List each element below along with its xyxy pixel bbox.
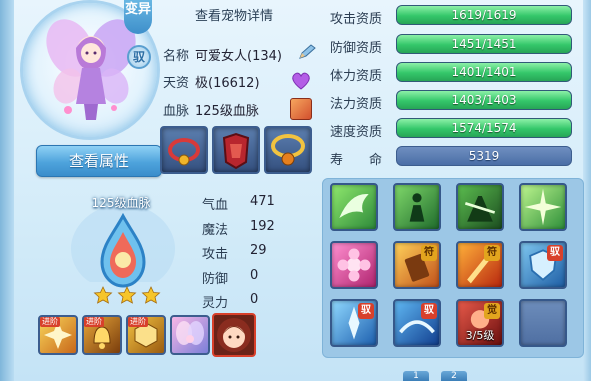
talisman-badge: 符 [484,245,500,261]
pet-aptitude-label: 天资 [163,76,190,91]
stat-value: 0 [250,292,259,307]
aptitude-value: 1574/1574 [451,121,517,135]
stat-row-defense: 防御 0 [202,268,258,287]
pet-aptitude-value: 极(16612) [195,76,260,91]
skill-bell[interactable]: 进阶 [82,315,122,355]
warrior-skill-icon [464,196,496,222]
variant-tag: 变异 [124,0,152,34]
pencil-icon[interactable] [297,43,317,61]
skill-hexagon[interactable]: 进阶 [126,315,166,355]
light-burst-skill-icon [524,188,562,226]
stat-label: 攻击 [202,247,229,262]
skill-fairy[interactable] [170,315,210,355]
aptitude-bar-speed: 1574/1574 [396,118,572,138]
stat-label: 气血 [202,198,229,213]
tame-badge: 驭 [358,303,374,319]
page-tab-1[interactable]: 1 [403,371,429,381]
stat-value: 0 [250,268,259,283]
stat-label: 灵力 [202,296,229,311]
stat-value: 29 [250,243,267,258]
advanced-badge: 进阶 [84,317,104,327]
wing-skill-icon [339,194,369,218]
stat-label: 魔法 [202,223,229,238]
equip-slot-armor-red[interactable] [212,126,260,174]
tame-badge: 驭 [127,45,151,69]
view-pet-detail-link[interactable]: 查看宠物详情 [195,5,297,25]
star-rating [93,286,161,304]
aptitude-panel: 攻击资质 1619/1619 防御资质 1451/1451 体力资质 1401/… [322,0,584,176]
lineage-title: 125级血脉 [91,196,151,210]
star-icon [93,286,161,304]
pet-name-label: 名称 [163,49,190,64]
aptitude-bar-mana: 1403/1403 [396,90,572,110]
skill-slot-2[interactable] [393,183,441,231]
skill-portrait[interactable] [212,313,256,357]
aptitude-value: 1401/1401 [451,65,517,79]
pet-lineage-value: 125级血脉 [195,104,259,119]
lifespan-label: 寿 命 [330,153,383,168]
stat-label: 防御 [202,272,229,287]
lifespan-bar: 5319 [396,146,572,166]
skill-slot-3[interactable] [456,183,504,231]
skill-slot-9[interactable]: 驭 [330,299,378,347]
lifespan-value: 5319 [468,149,500,163]
purple-heart-icon[interactable] [290,71,312,91]
stat-value: 471 [250,194,275,209]
stat-value: 192 [250,219,275,234]
tame-badge: 驭 [547,245,563,261]
page-tab-2[interactable]: 2 [441,371,467,381]
equip-slot-necklace-red[interactable] [160,126,208,174]
left-edge-strip [0,0,14,381]
aptitude-value: 1403/1403 [451,93,517,107]
skill-gold-burst[interactable]: 进阶 [38,315,78,355]
necklace-gold-icon [271,134,305,166]
stat-row-mp: 魔法 192 [202,219,275,238]
armor-red-icon [222,132,250,170]
stat-row-hp: 气血 471 [202,194,275,213]
fairy-skill-icon [176,321,204,345]
pet-lineage-row: 血脉 125级血脉 [163,100,259,120]
skill-slot-4[interactable] [519,183,567,231]
necklace-red-icon [168,138,200,166]
skill-slot-8[interactable]: 驭 [519,241,567,289]
aptitude-label: 防御资质 [330,41,383,56]
flower-skill-icon [337,248,371,282]
skill-slot-10[interactable]: 驭 [393,299,441,347]
right-edge-strip [583,0,591,381]
empty-skill-slot[interactable] [519,299,567,347]
portrait-skill-icon [217,318,251,352]
skill-slot-11[interactable]: 觉 3/5级 [456,299,504,347]
aptitude-value: 1619/1619 [451,8,517,22]
aptitude-label: 攻击资质 [330,12,383,27]
aptitude-bar-attack: 1619/1619 [396,5,572,25]
equip-slot-necklace-gold[interactable] [264,126,312,174]
view-attributes-button[interactable]: 查看属性 [36,145,162,177]
aptitude-label: 法力资质 [330,97,383,112]
skill-slot-6[interactable]: 符 [393,241,441,289]
pet-aptitude-row: 天资 极(16612) [163,72,260,92]
talisman-badge: 符 [421,245,437,261]
aptitude-bar-defense: 1451/1451 [396,34,572,54]
pet-name-value: 可爱女人(134) [195,49,282,64]
advanced-badge: 进阶 [40,317,60,327]
awaken-badge: 觉 [484,303,500,319]
lineage-avatar-icon[interactable] [290,98,312,120]
tame-badge: 驭 [421,303,437,319]
silhouette-skill-icon [409,193,425,222]
pet-name-row: 名称 可爱女人(134) [163,45,282,65]
advanced-badge: 进阶 [128,317,148,327]
skill-slot-5[interactable] [330,241,378,289]
aptitude-value: 1451/1451 [451,37,517,51]
aptitude-label: 体力资质 [330,69,383,84]
stat-row-spirit: 灵力 0 [202,292,258,311]
aptitude-label: 速度资质 [330,125,383,140]
skill-slot-7[interactable]: 符 [456,241,504,289]
stat-row-attack: 攻击 29 [202,243,267,262]
skill-slot-1[interactable] [330,183,378,231]
pet-lineage-label: 血脉 [163,104,190,119]
aptitude-bar-stamina: 1401/1401 [396,62,572,82]
awaken-level: 3/5级 [465,329,495,342]
